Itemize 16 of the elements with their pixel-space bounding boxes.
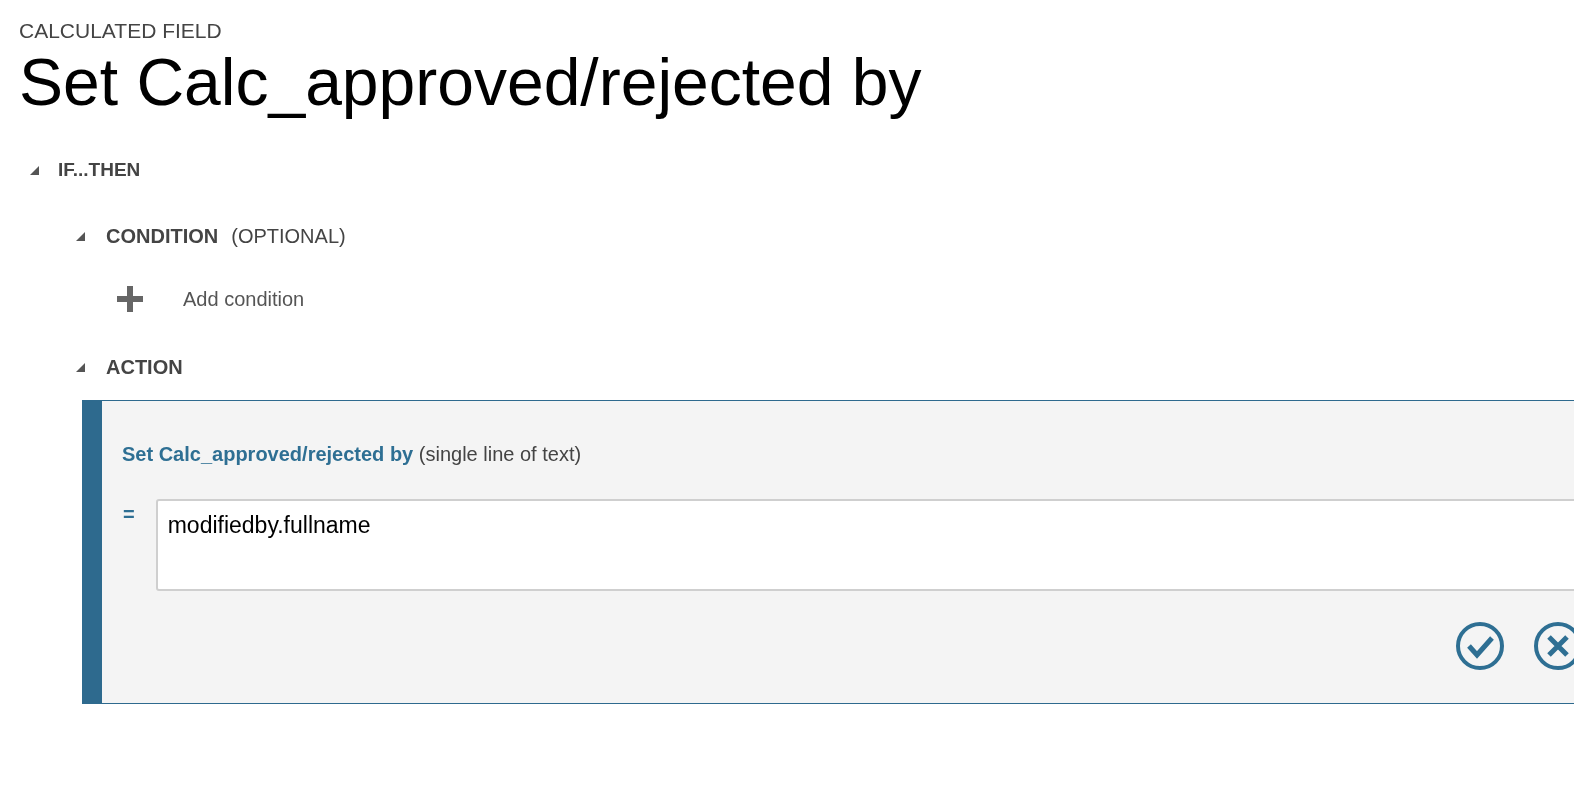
collapse-icon[interactable] <box>76 362 85 372</box>
collapse-icon[interactable] <box>76 231 85 241</box>
plus-icon[interactable] <box>117 286 143 312</box>
confirm-icon[interactable] <box>1455 621 1505 671</box>
page-kicker: CALCULATED FIELD <box>19 18 222 44</box>
section-heading: IF...THEN <box>58 157 141 182</box>
section-heading: ACTION <box>106 355 183 380</box>
collapse-icon[interactable] <box>30 165 39 175</box>
cancel-icon[interactable] <box>1533 621 1574 671</box>
action-description: Set Calc_approved/rejected by (single line of text) <box>122 442 583 467</box>
add-condition-link[interactable]: Add condition <box>183 284 305 314</box>
optional-note: (OPTIONAL) <box>231 224 346 249</box>
expression-field[interactable]: modifiedby.fullname <box>155 499 1574 591</box>
section-heading: CONDITION <box>106 224 219 249</box>
page-title: Set Calc_approved/rejected by <box>19 44 922 120</box>
equals-operator: = <box>122 502 136 527</box>
